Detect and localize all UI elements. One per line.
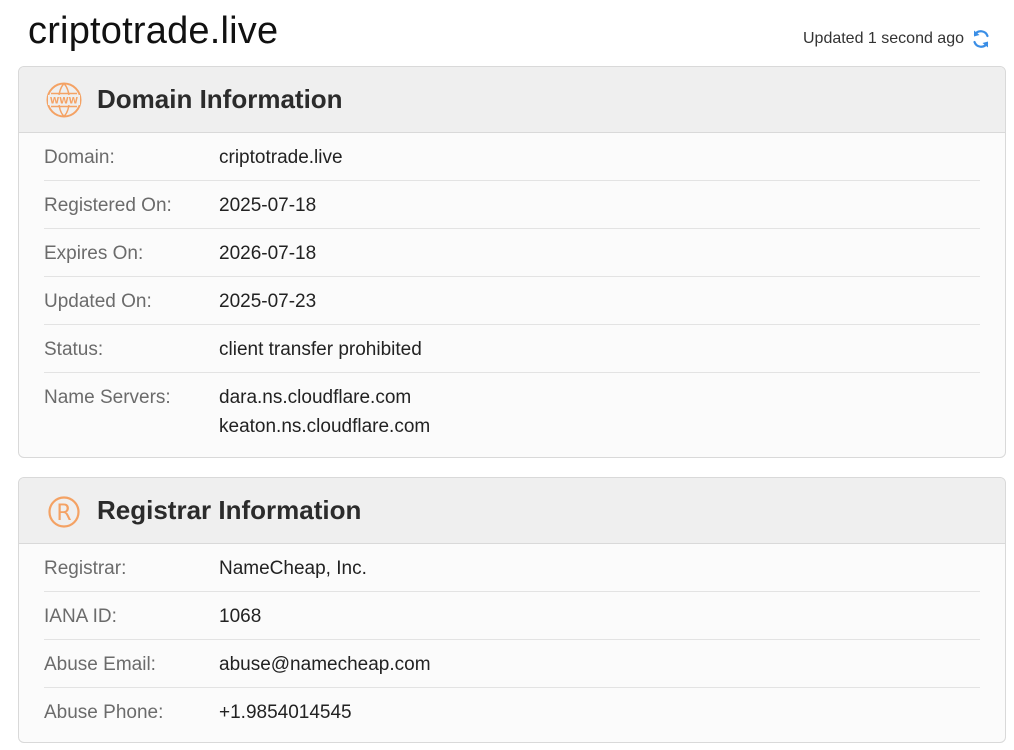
row-label: Domain: [44, 147, 115, 168]
domain-information-card: WWW Domain Information Domain: criptotra… [18, 66, 1006, 458]
svg-text:R: R [56, 501, 71, 526]
row-abuse-email: Abuse Email: abuse@namecheap.com [44, 640, 980, 688]
row-value: +1.9854014545 [219, 702, 352, 723]
row-iana-id: IANA ID: 1068 [44, 592, 980, 640]
www-globe-icon: WWW [45, 81, 83, 119]
registrar-information-header: R Registrar Information [19, 478, 1005, 544]
row-status: Status: client transfer prohibited [44, 325, 980, 373]
refresh-icon[interactable] [970, 28, 992, 50]
row-value: client transfer prohibited [219, 339, 422, 360]
row-label: Registrar: [44, 558, 127, 579]
row-label: Abuse Email: [44, 654, 156, 675]
row-value: 2025-07-18 [219, 195, 317, 216]
row-label: Abuse Phone: [44, 702, 164, 723]
row-value: NameCheap, Inc. [219, 558, 367, 579]
whois-page: criptotrade.live Updated 1 second ago WW… [0, 0, 1014, 750]
row-name-servers: Name Servers: dara.ns.cloudflare.com kea… [44, 373, 980, 441]
updated-text: Updated 1 second ago [802, 30, 964, 47]
row-value: abuse@namecheap.com [219, 654, 431, 675]
row-label: Expires On: [44, 243, 144, 264]
domain-information-title: Domain Information [97, 84, 343, 114]
registrar-information-title: Registrar Information [97, 495, 362, 525]
top-bar: criptotrade.live Updated 1 second ago [0, 0, 1014, 66]
row-updated-on: Updated On: 2025-07-23 [44, 277, 980, 325]
row-label: Updated On: [44, 291, 152, 312]
row-label: Registered On: [44, 195, 172, 216]
row-label: Status: [44, 339, 104, 360]
row-registered-on: Registered On: 2025-07-18 [44, 181, 980, 229]
name-server: dara.ns.cloudflare.com [219, 387, 412, 408]
name-servers-list: dara.ns.cloudflare.com keaton.ns.cloudfl… [219, 383, 430, 441]
row-value: 2026-07-18 [219, 243, 317, 264]
domain-information-rows: Domain: criptotrade.live Registered On: … [19, 133, 1005, 441]
domain-information-header: WWW Domain Information [19, 67, 1005, 133]
name-server: keaton.ns.cloudflare.com [219, 416, 431, 437]
row-expires-on: Expires On: 2026-07-18 [44, 229, 980, 277]
registrar-information-card: R Registrar Information Registrar: NameC… [18, 477, 1006, 743]
row-registrar: Registrar: NameCheap, Inc. [44, 544, 980, 592]
svg-text:WWW: WWW [50, 96, 79, 106]
row-value: 2025-07-23 [219, 291, 317, 312]
row-value: criptotrade.live [219, 147, 343, 168]
update-status: Updated 1 second ago [803, 28, 992, 50]
row-label: IANA ID: [44, 606, 117, 627]
row-value: 1068 [219, 606, 262, 627]
registrar-information-rows: Registrar: NameCheap, Inc. IANA ID: 1068… [19, 544, 1005, 736]
row-domain: Domain: criptotrade.live [44, 133, 980, 181]
registered-trademark-icon: R [45, 492, 83, 530]
row-abuse-phone: Abuse Phone: +1.9854014545 [44, 688, 980, 736]
page-title: criptotrade.live [28, 10, 279, 52]
row-label: Name Servers: [44, 387, 171, 408]
